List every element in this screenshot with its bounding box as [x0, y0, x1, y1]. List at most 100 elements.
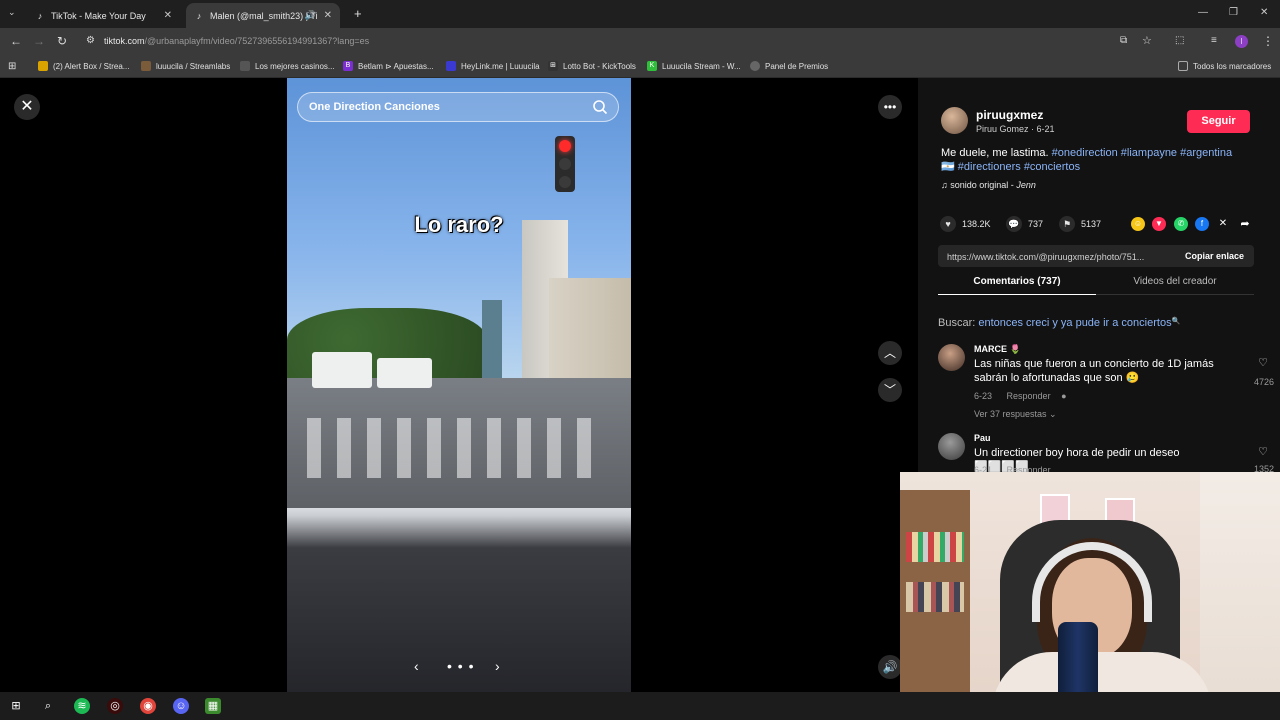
video-building	[549, 278, 631, 388]
share-arrow-icon[interactable]: ➦	[1238, 217, 1252, 231]
hashtag-link[interactable]: #directioners	[958, 161, 1021, 173]
tab-creator-videos[interactable]: Videos del creador	[1096, 276, 1254, 295]
copy-link-button[interactable]: Copiar enlace	[1185, 251, 1244, 261]
minecraft-icon[interactable]: ▦	[205, 698, 221, 714]
apps-grid-icon[interactable]: ⊞	[8, 61, 16, 72]
send-share-icon[interactable]: ▼	[1152, 217, 1166, 231]
shelf-books	[906, 582, 964, 612]
x-share-icon[interactable]: ✕	[1216, 217, 1230, 231]
restore-icon[interactable]: ❐	[1229, 7, 1238, 18]
tab-list-chevron-icon[interactable]: ⌄	[8, 7, 16, 18]
carousel-prev-icon[interactable]: ‹	[414, 658, 419, 674]
profile-avatar[interactable]: I	[1235, 35, 1248, 48]
spotify-icon[interactable]: ≋	[74, 698, 90, 714]
bookmark-item[interactable]: luuucila / Streamlabs	[141, 61, 230, 71]
more-options-icon[interactable]: •••	[878, 95, 902, 119]
avatar[interactable]	[938, 433, 965, 460]
browser-tab-bar: ⌄ ♪ TikTok - Make Your Day ✕ ♪ Malen (@m…	[0, 0, 1280, 28]
bookmark-favicon-icon	[446, 61, 456, 71]
comment-username[interactable]: MARCE 🌷	[974, 344, 1021, 355]
comment-icon: 💬	[1006, 216, 1022, 232]
post-description: Me duele, me lastima. #onedirection #lia…	[941, 147, 1233, 173]
comment-like-heart-icon[interactable]: ♡	[1258, 445, 1268, 458]
bookmark-item[interactable]: ⊞ Lotto Bot - KickTools	[548, 61, 636, 71]
comment-username[interactable]: Pau	[974, 433, 991, 443]
bookmarks-bar: ⊞ (2) Alert Box / Strea... luuucila / St…	[0, 56, 1280, 78]
forward-icon[interactable]: →	[33, 34, 45, 48]
follow-button[interactable]: Seguir	[1187, 110, 1250, 133]
search-icon: 🔍	[1171, 318, 1181, 325]
search-icon[interactable]: ⌕	[40, 698, 56, 714]
video-building	[482, 300, 502, 380]
video-player[interactable]: One Direction Canciones Lo raro? ‹ • • •…	[287, 78, 631, 692]
search-icon[interactable]	[592, 99, 608, 115]
app-icon[interactable]: ◎	[107, 698, 123, 714]
minimize-icon[interactable]: —	[1198, 7, 1208, 18]
bookmark-item[interactable]: K Luuucila Stream - W...	[647, 61, 741, 71]
discord-icon[interactable]: ☺	[173, 698, 189, 714]
comment-like-heart-icon[interactable]: ♡	[1258, 356, 1268, 369]
amber-light	[559, 158, 571, 170]
share-link-url[interactable]: https://www.tiktok.com/@piruugxmez/photo…	[947, 252, 1144, 262]
bookmark-favicon-icon: K	[647, 61, 657, 71]
video-search-text: One Direction Canciones	[309, 101, 440, 113]
url-field[interactable]: tiktok.com/@urbanaplayfm/video/752739655…	[104, 36, 369, 46]
site-info-icon[interactable]: ⚙	[86, 35, 95, 46]
bookmark-item[interactable]: Panel de Premios	[750, 61, 828, 71]
comment-search-suggestion[interactable]: Buscar: entonces creci y ya pude ir a co…	[938, 317, 1180, 329]
creator-liked-icon: ●	[1061, 391, 1067, 401]
extensions-icon[interactable]: ⬚	[1175, 35, 1184, 46]
browser-tab-tiktok[interactable]: ♪ TikTok - Make Your Day ✕	[27, 3, 180, 28]
bookmark-item[interactable]: HeyLink.me | Luuucila	[446, 61, 540, 71]
new-tab-button[interactable]: +	[346, 5, 362, 21]
hashtag-link[interactable]: #onedirection	[1052, 147, 1118, 159]
comment-stat[interactable]: 💬 737	[1006, 216, 1043, 232]
back-icon[interactable]: ←	[10, 34, 22, 48]
video-caption: Lo raro?	[414, 212, 504, 237]
window-close-icon[interactable]: ✕	[1260, 7, 1268, 18]
post-username[interactable]: piruugxmez	[976, 108, 1043, 122]
view-replies-button[interactable]: Ver 37 respuestas ⌄	[974, 409, 1057, 420]
hashtag-link[interactable]: #liampayne	[1121, 147, 1177, 159]
bookmark-icon: ⚑	[1059, 216, 1075, 232]
sound-link[interactable]: ♫ sonido original - Jenn	[941, 180, 1036, 190]
browser-tab-active[interactable]: ♪ Malen (@mal_smith23) | Ti 🔊 ✕	[186, 3, 340, 28]
media-control-icon[interactable]: ≡	[1211, 35, 1217, 46]
next-video-chevron-down-icon[interactable]: ﹀	[878, 378, 902, 402]
chrome-icon[interactable]: ◉	[140, 698, 156, 714]
previous-video-chevron-up-icon[interactable]: ︿	[878, 341, 902, 365]
like-stat[interactable]: ♥ 138.2K	[940, 216, 991, 232]
video-bus	[377, 358, 432, 388]
facebook-share-icon[interactable]: f	[1195, 217, 1209, 231]
avatar[interactable]	[941, 107, 968, 134]
taskbar: ⊞ ⌕ ≋ ◎ ◉ ☺ ▦	[0, 692, 1280, 720]
all-bookmarks[interactable]: Todos los marcadores	[1178, 61, 1271, 71]
reply-button[interactable]: Responder	[1007, 391, 1051, 401]
bookmark-favicon-icon	[240, 61, 250, 71]
tab-comments[interactable]: Comentarios (737)	[938, 276, 1096, 295]
list-item: MARCE 🌷 Las niñas que fueron a un concie…	[938, 344, 1274, 424]
bookmark-item[interactable]: Los mejores casinos...	[240, 61, 335, 71]
music-note-icon: ♫	[941, 180, 951, 190]
whatsapp-share-icon[interactable]: ✆	[1174, 217, 1188, 231]
video-search-box[interactable]: One Direction Canciones	[297, 92, 619, 122]
carousel-next-icon[interactable]: ›	[495, 658, 500, 674]
bookmark-item[interactable]: B Betlam ⊳ Apuestas...	[343, 61, 434, 71]
emoji-share-icon[interactable]: ☺	[1131, 217, 1145, 231]
bookmark-item[interactable]: (2) Alert Box / Strea...	[38, 61, 129, 71]
tab-close-icon[interactable]: ✕	[324, 10, 332, 21]
reload-icon[interactable]: ↻	[57, 34, 67, 48]
cast-icon[interactable]: ⧉	[1120, 35, 1127, 46]
hashtag-link[interactable]: #conciertos	[1024, 161, 1080, 173]
menu-dots-icon[interactable]: ⋮	[1262, 34, 1274, 48]
volume-icon[interactable]: 🔊	[878, 655, 902, 679]
tab-close-icon[interactable]: ✕	[164, 10, 172, 21]
close-viewer-button[interactable]: ✕	[14, 94, 40, 120]
speaker-icon[interactable]: 🔊	[305, 10, 316, 21]
windows-start-icon[interactable]: ⊞	[8, 698, 24, 714]
webcam-overlay	[900, 472, 1280, 720]
save-stat[interactable]: ⚑ 5137	[1059, 216, 1101, 232]
bookmark-star-icon[interactable]: ☆	[1142, 34, 1152, 47]
avatar[interactable]	[938, 344, 965, 371]
tiktok-icon: ♪	[37, 10, 43, 21]
